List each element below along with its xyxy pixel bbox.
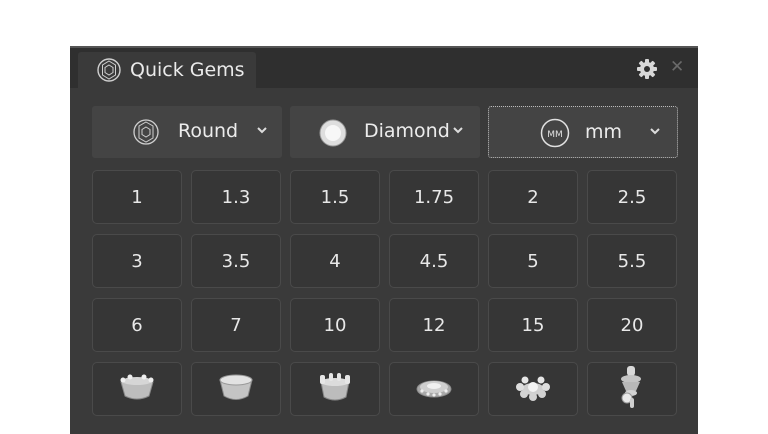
window-title: Quick Gems <box>130 59 245 81</box>
size-button[interactable]: 20 <box>587 298 677 352</box>
round-cut-icon <box>96 57 122 83</box>
size-button[interactable]: 2.5 <box>587 170 677 224</box>
bezel-setting-icon <box>216 370 256 409</box>
size-button[interactable]: 5 <box>488 234 578 288</box>
panel-content: Round Diamond MM mm 1 1.3 1.5 1.75 2 2.5… <box>70 88 698 434</box>
size-button[interactable]: 4 <box>290 234 380 288</box>
size-button[interactable]: 2 <box>488 170 578 224</box>
size-button[interactable]: 1.3 <box>191 170 281 224</box>
material-value: Diamond <box>364 120 450 142</box>
size-button[interactable]: 1.5 <box>290 170 380 224</box>
size-button[interactable]: 4.5 <box>389 234 479 288</box>
cutter-tool-button[interactable] <box>587 362 677 416</box>
size-button[interactable]: 1 <box>92 170 182 224</box>
prong-setting-icon <box>117 370 157 409</box>
size-button[interactable]: 5.5 <box>587 234 677 288</box>
flower-setting-button[interactable] <box>488 362 578 416</box>
chevron-down-icon <box>256 120 268 144</box>
bezel-setting-button[interactable] <box>191 362 281 416</box>
close-icon[interactable]: ✕ <box>670 57 684 77</box>
unit-dropdown[interactable]: MM mm <box>488 106 678 158</box>
millimeter-badge: MM <box>547 130 563 140</box>
size-button[interactable]: 1.75 <box>389 170 479 224</box>
millimeter-icon: MM <box>539 118 571 152</box>
shape-value: Round <box>178 120 239 142</box>
title-bar: Quick Gems ✕ <box>70 48 698 88</box>
chevron-down-icon <box>649 121 661 145</box>
size-button[interactable]: 7 <box>191 298 281 352</box>
shape-dropdown[interactable]: Round <box>92 106 282 158</box>
halo-setting-button[interactable] <box>389 362 479 416</box>
chevron-down-icon <box>452 120 464 144</box>
size-button[interactable]: 12 <box>389 298 479 352</box>
diamond-gem-icon <box>318 118 348 152</box>
flower-setting-icon <box>513 372 553 407</box>
size-button[interactable]: 15 <box>488 298 578 352</box>
prong-setting-button[interactable] <box>92 362 182 416</box>
quick-gems-panel: Quick Gems ✕ Round Diamond MM mm 1 1.3 1… <box>70 46 698 434</box>
size-button[interactable]: 3 <box>92 234 182 288</box>
cutter-tool-icon <box>614 365 650 414</box>
gear-icon[interactable] <box>636 58 658 80</box>
round-cut-icon <box>132 118 160 150</box>
size-button[interactable]: 6 <box>92 298 182 352</box>
unit-value: mm <box>585 121 623 143</box>
crown-setting-button[interactable] <box>290 362 380 416</box>
crown-setting-icon <box>315 370 355 409</box>
size-button[interactable]: 3.5 <box>191 234 281 288</box>
size-button[interactable]: 10 <box>290 298 380 352</box>
halo-setting-icon <box>414 372 454 407</box>
material-dropdown[interactable]: Diamond <box>290 106 480 158</box>
tab-quick-gems[interactable]: Quick Gems <box>78 52 256 88</box>
